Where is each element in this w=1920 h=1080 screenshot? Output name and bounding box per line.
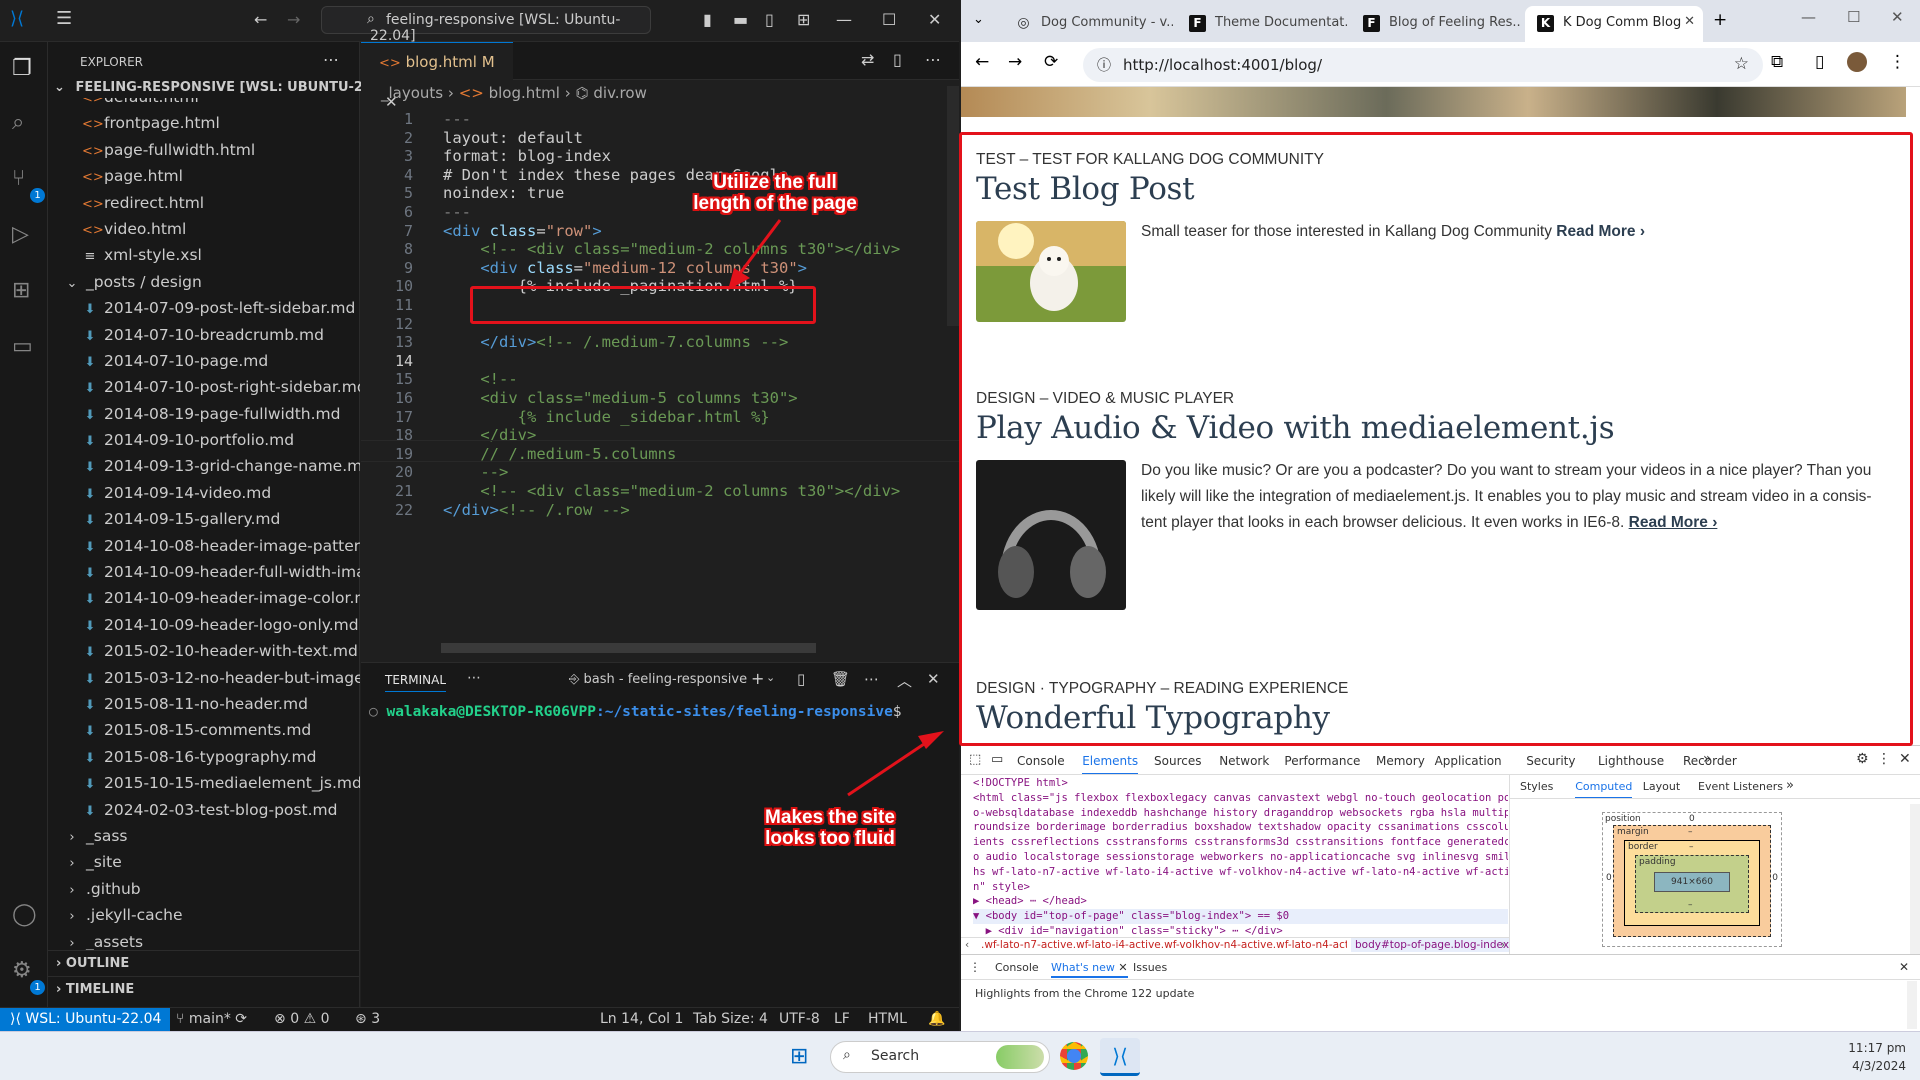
arrow-to-div-icon xyxy=(728,219,782,290)
search-highlight-icon xyxy=(996,1045,1044,1069)
annotation-full-length: Utilize the full length of the page xyxy=(693,172,857,214)
vscode-taskbar-icon[interactable]: ⟩⟨ xyxy=(1100,1038,1140,1076)
taskbar-search[interactable]: ⌕ Search xyxy=(830,1041,1050,1073)
windows-taskbar: ⊞ ⌕ Search ⟩⟨ 11:17 pm 4/3/2024 xyxy=(0,1031,1920,1080)
windows-start-icon[interactable]: ⊞ xyxy=(790,1044,808,1069)
chrome-taskbar-icon[interactable] xyxy=(1060,1042,1088,1070)
annotation-too-fluid: Makes the site looks too fluid xyxy=(765,807,895,849)
arrow-to-browser-icon xyxy=(847,731,944,797)
search-icon: ⌕ xyxy=(843,1047,851,1063)
clock-date[interactable]: 4/3/2024 xyxy=(1846,1059,1906,1073)
annotation-arrows xyxy=(728,219,944,797)
clock-time[interactable]: 11:17 pm xyxy=(1846,1041,1906,1055)
taskbar-search-label: Search xyxy=(871,1048,920,1064)
